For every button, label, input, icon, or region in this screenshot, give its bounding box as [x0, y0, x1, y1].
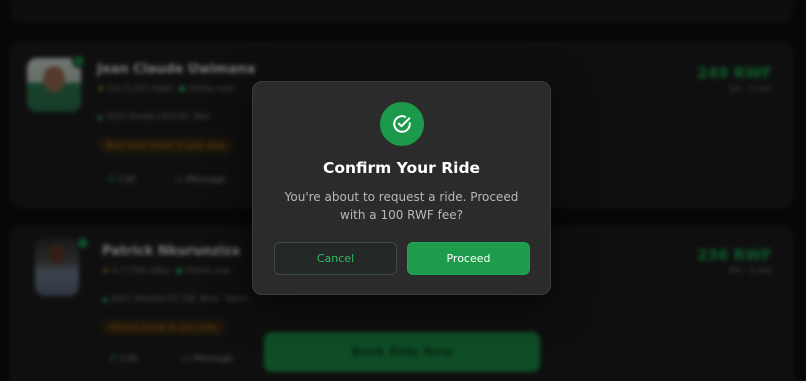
proceed-button[interactable]: Proceed — [407, 242, 530, 275]
dialog-message: You're about to request a ride. Proceed … — [284, 190, 519, 222]
confirm-ride-dialog: Confirm Your Ride You're about to reques… — [252, 81, 551, 295]
check-circle-icon — [380, 102, 424, 146]
dialog-title: Confirm Your Ride — [322, 159, 481, 177]
cancel-button[interactable]: Cancel — [274, 242, 397, 275]
